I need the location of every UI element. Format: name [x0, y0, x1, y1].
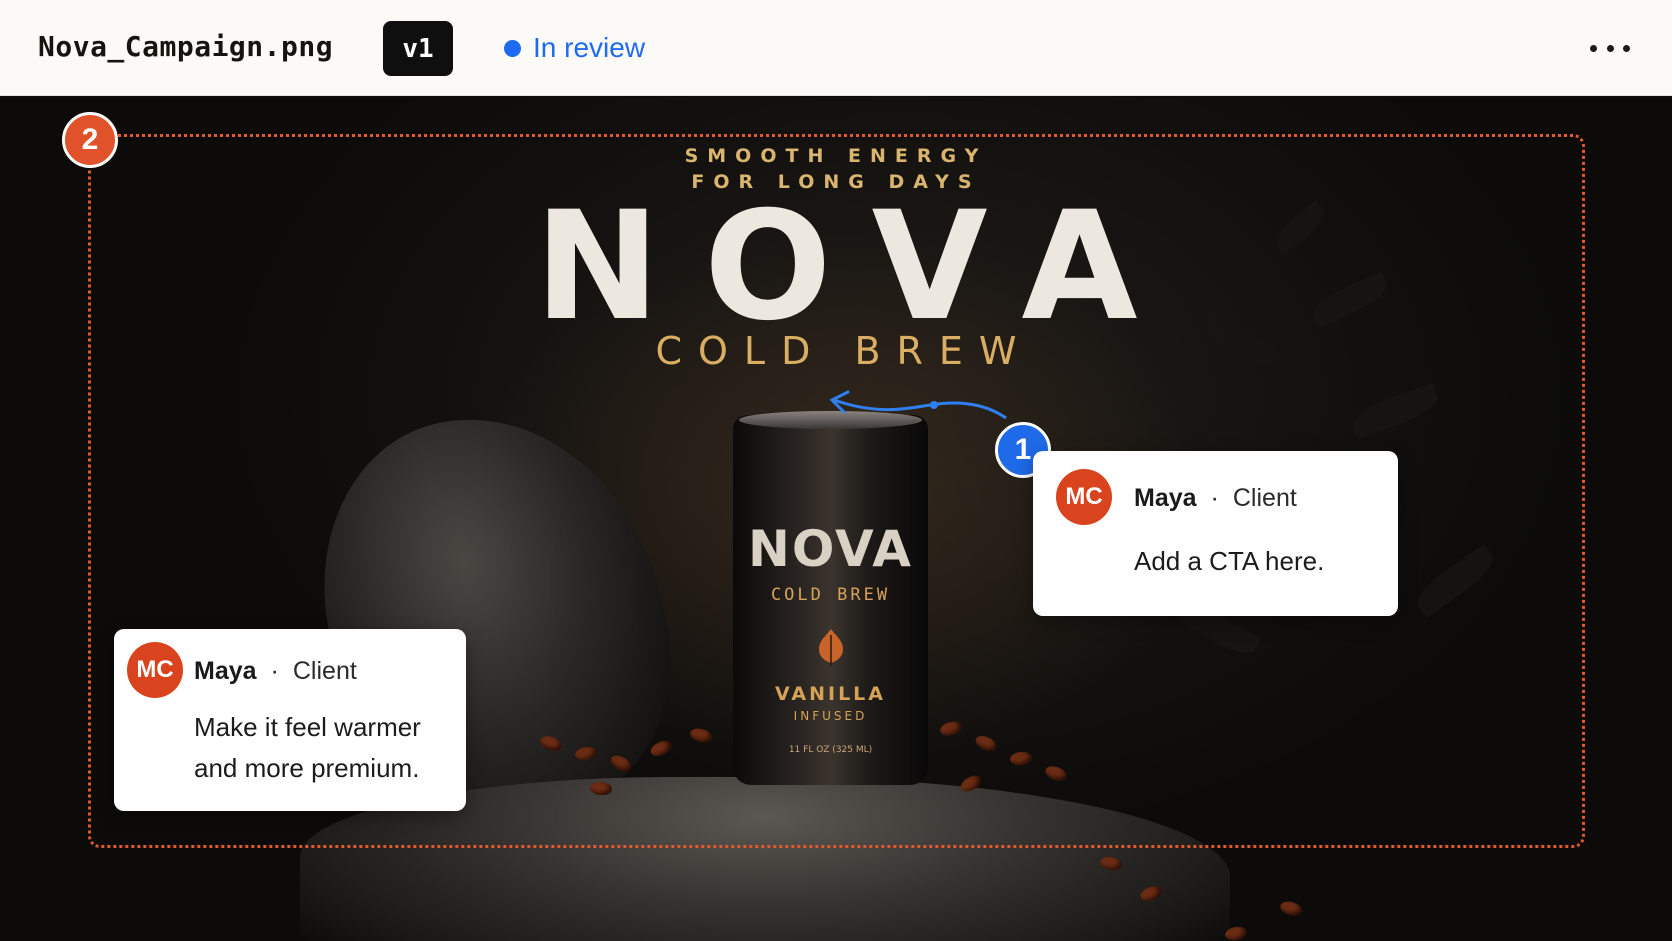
comment-text: Add a CTA here. [1134, 546, 1325, 576]
separator: · [270, 657, 279, 685]
annotation-pin-2[interactable]: 2 [62, 112, 118, 168]
separator: · [1210, 484, 1219, 512]
annotation-arrow [829, 390, 1007, 420]
file-name: Nova_Campaign.png [38, 30, 334, 63]
comment-role: Client [1232, 484, 1297, 512]
coffee-bean [1278, 899, 1304, 918]
comment-role: Client [292, 657, 357, 685]
more-horizontal-icon [1590, 44, 1597, 52]
comment-text-line-1: Make it feel warmer [194, 712, 421, 742]
status-label: In review [533, 32, 646, 63]
comment-text-line-2: and more premium. [194, 753, 420, 783]
comment-header: Maya · Client [194, 657, 357, 686]
avatar: MC [127, 642, 183, 698]
status-indicator[interactable]: In review [504, 32, 645, 64]
status-dot-icon [504, 39, 521, 57]
avatar: MC [1056, 469, 1112, 525]
comment-card[interactable]: MC Maya · Client Make it feel warmer and m… [114, 629, 466, 811]
version-badge[interactable]: v1 [383, 21, 453, 76]
comment-card[interactable]: MC Maya · Client Add a CTA here. [1033, 451, 1398, 616]
comment-text: Make it feel warmer and more premium. [194, 707, 421, 789]
top-bar: Nova_Campaign.png v1 In review [0, 0, 1672, 96]
comment-header: Maya · Client [1134, 484, 1297, 513]
design-canvas[interactable]: SMOOTH ENERGY FOR LONG DAYS NOVA COLD BR… [0, 97, 1672, 941]
more-options-button[interactable] [1590, 34, 1630, 62]
more-dot [1606, 44, 1614, 52]
more-dot [1623, 44, 1630, 52]
comment-author: Maya [194, 657, 257, 685]
comment-author: Maya [1134, 484, 1197, 512]
